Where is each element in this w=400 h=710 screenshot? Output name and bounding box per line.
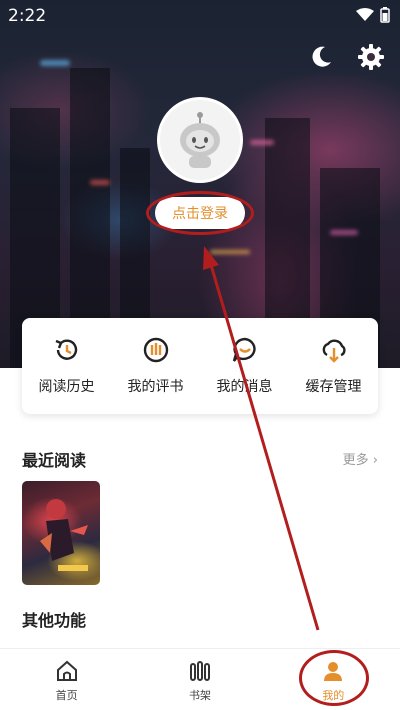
nav-home[interactable]: 首页: [0, 649, 133, 710]
annotation-circle-profile: [299, 650, 369, 706]
nav-bookshelf[interactable]: 书架: [133, 649, 266, 710]
bookshelf-icon: [189, 661, 210, 681]
nav-label: 首页: [55, 689, 78, 702]
home-icon: [56, 660, 77, 681]
annotation-arrow: [203, 246, 320, 631]
nav-label: 书架: [188, 689, 211, 702]
